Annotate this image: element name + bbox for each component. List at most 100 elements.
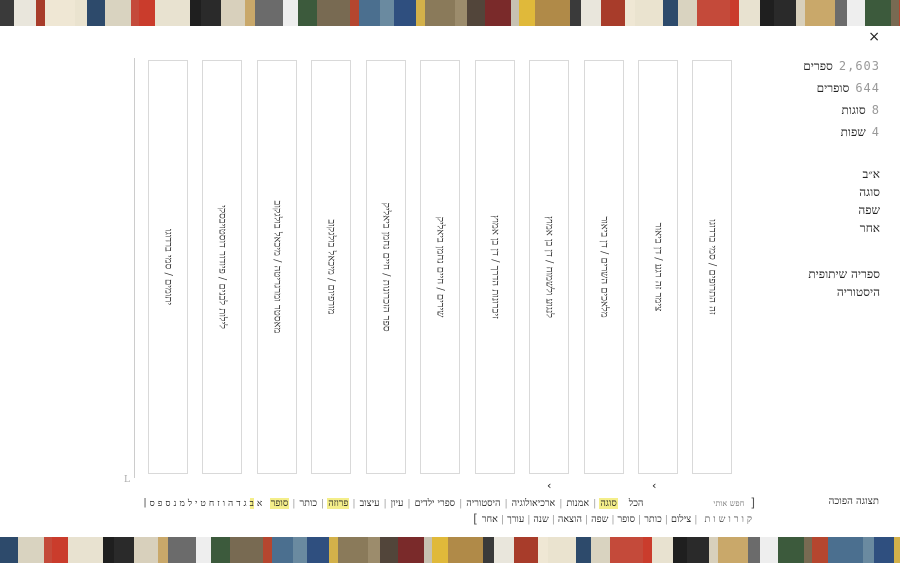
shelf-book-spine[interactable] [44, 537, 52, 563]
shelf-book-spine[interactable] [394, 0, 416, 26]
shelf-book-spine[interactable] [416, 0, 425, 26]
filter-2[interactable]: אמנות [565, 498, 590, 509]
shelf-book-spine[interactable] [891, 0, 899, 26]
shelf-book-spine[interactable] [494, 537, 514, 563]
attribute-7[interactable]: אחר [482, 514, 498, 525]
letter-filter[interactable]: ה [228, 498, 233, 509]
shelf-book-spine[interactable] [709, 537, 718, 563]
letter-filter[interactable]: מ [179, 498, 184, 509]
shelf-book-spine[interactable] [14, 0, 36, 26]
attribute-1[interactable]: כותר [644, 514, 662, 525]
shelf-book-spine[interactable] [380, 0, 394, 26]
attribute-2[interactable]: סופר [618, 514, 635, 525]
shelf-book-spine[interactable] [103, 537, 114, 563]
shelf-book-spine[interactable] [455, 0, 467, 26]
shelf-book-spine[interactable] [52, 537, 68, 563]
close-icon[interactable]: × [868, 29, 880, 45]
shelf-book-spine[interactable] [87, 0, 105, 26]
shelf-book-spine[interactable] [425, 0, 455, 26]
upside-down-view-link[interactable]: תצוגה הפוכה [829, 496, 879, 507]
shelf-book-spine[interactable] [697, 0, 730, 26]
shelf-book-spine[interactable] [467, 0, 485, 26]
shelf-book-spine[interactable] [739, 0, 760, 26]
shelf-book-spine[interactable] [307, 537, 329, 563]
filter-10[interactable]: סופר [269, 497, 290, 509]
shelf-book-spine[interactable] [774, 0, 796, 26]
shelf-book-spine[interactable] [424, 537, 432, 563]
shelf-book-spine[interactable] [350, 0, 359, 26]
shelf-book-spine[interactable] [643, 537, 652, 563]
shelf-book-spine[interactable] [230, 537, 263, 563]
shelf-book-spine[interactable] [190, 0, 201, 26]
shelf-book-spine[interactable] [835, 0, 847, 26]
book-spine[interactable]: זה התרופים / סמי ברדוגו [692, 60, 732, 474]
shelf-book-spine[interactable] [778, 537, 804, 563]
attribute-0[interactable]: צילום [671, 514, 691, 525]
shelf-book-spine[interactable] [874, 537, 894, 563]
shelf-book-spine[interactable] [865, 0, 891, 26]
shelf-book-spine[interactable] [570, 0, 581, 26]
sort-language[interactable]: שפה [858, 201, 880, 219]
sort-genre[interactable]: סוגה [858, 183, 880, 201]
letter-filter[interactable]: א [257, 498, 262, 509]
attribute-3[interactable]: שפה [591, 514, 608, 525]
shelf-book-spine[interactable] [68, 537, 103, 563]
shelf-book-spine[interactable] [760, 0, 774, 26]
book-spine[interactable]: מלאכים השרים / דן ביאור [584, 60, 624, 474]
shelf-book-spine[interactable] [796, 0, 805, 26]
shelf-book-spine[interactable] [196, 537, 211, 563]
shelf-book-spine[interactable] [519, 0, 535, 26]
letter-filter[interactable]: ו [223, 498, 225, 509]
shelf-book-spine[interactable] [652, 537, 673, 563]
shelf-book-spine[interactable] [581, 0, 601, 26]
shelf-book-spine[interactable] [625, 0, 635, 26]
history-link[interactable]: היסטוריה [808, 283, 880, 301]
shelf-book-spine[interactable] [245, 0, 255, 26]
letter-filter[interactable]: ג [244, 498, 247, 509]
letter-filter[interactable]: ב [249, 497, 254, 509]
shelf-book-spine[interactable] [272, 537, 293, 563]
sort-alphabetical[interactable]: א״ב [858, 165, 880, 183]
letter-filter[interactable]: ס [150, 498, 155, 509]
shelf-book-spine[interactable] [18, 537, 44, 563]
shelf-book-spine[interactable] [201, 0, 221, 26]
letter-filter[interactable]: נ [174, 498, 177, 509]
shelf-book-spine[interactable] [338, 537, 368, 563]
book-spine[interactable]: שירים / חיים נחמן ביאליק [420, 60, 460, 474]
shelf-book-spine[interactable] [134, 537, 158, 563]
shelf-book-spine[interactable] [398, 537, 424, 563]
book-spine[interactable]: לנגוע ולשמוח / דן בן אמוץ [529, 60, 569, 474]
shelf-book-spine[interactable] [718, 537, 748, 563]
shelf-book-spine[interactable] [748, 537, 760, 563]
shelf-book-spine[interactable] [591, 537, 610, 563]
shelf-book-spine[interactable] [359, 0, 380, 26]
book-spine[interactable]: ספר הזכרונות / חיים נחמן ביאליק [366, 60, 406, 474]
shelf-book-spine[interactable] [576, 537, 591, 563]
shelf-book-spine[interactable] [105, 0, 131, 26]
shelf-book-spine[interactable] [863, 537, 874, 563]
book-spine[interactable]: זיכרונות הדרך / דן בן אמוץ [475, 60, 515, 474]
shelf-book-spine[interactable] [894, 537, 900, 563]
letter-filter[interactable]: פ [158, 498, 163, 509]
book-spine[interactable]: מורפיום / מיכאל בולגקוב [311, 60, 351, 474]
shelf-book-spine[interactable] [687, 537, 709, 563]
shelf-book-spine[interactable] [45, 0, 75, 26]
scroll-next-arrow[interactable]: ‹ [652, 479, 656, 492]
filter-4[interactable]: היסטוריה [465, 498, 501, 509]
filter-5[interactable]: ספרי ילדים [414, 498, 456, 509]
shelf-book-spine[interactable] [760, 537, 778, 563]
letter-filter[interactable]: ס [165, 498, 170, 509]
shelf-book-spine[interactable] [263, 537, 272, 563]
shelf-book-spine[interactable] [828, 537, 863, 563]
shelf-book-spine[interactable] [283, 0, 298, 26]
shelf-book-spine[interactable] [329, 537, 338, 563]
shelf-book-spine[interactable] [610, 537, 643, 563]
shelf-book-spine[interactable] [36, 0, 45, 26]
shelf-book-spine[interactable] [255, 0, 283, 26]
book-spine[interactable]: לילות לבנים / פיודור דוסטויבסקי [202, 60, 242, 474]
scroll-prev-arrow[interactable]: ‹ [547, 479, 551, 492]
shelf-book-spine[interactable] [0, 537, 18, 563]
filter-3[interactable]: ארכיאולוגיה [511, 498, 557, 509]
shelf-book-spine[interactable] [730, 0, 739, 26]
shelf-book-spine[interactable] [511, 0, 519, 26]
